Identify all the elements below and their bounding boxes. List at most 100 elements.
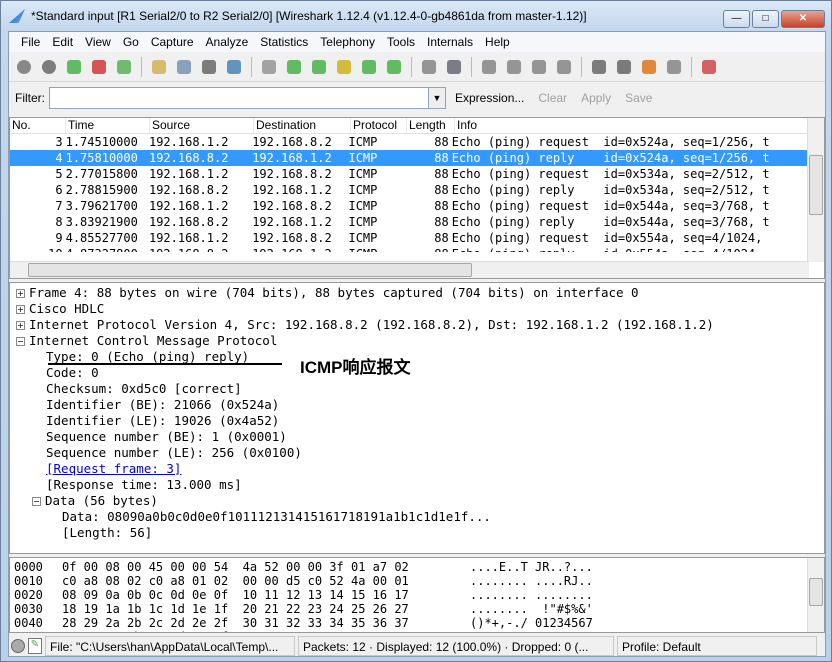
- detail-line: Identifier (BE): 21066 (0x524a): [10, 397, 824, 413]
- expression-button[interactable]: Expression...: [450, 91, 529, 105]
- expand-icon[interactable]: +: [16, 321, 25, 330]
- packet-row[interactable]: 9 4.85527700 192.168.1.2 192.168.8.2 ICMP 88 E…: [10, 230, 809, 246]
- menu-view[interactable]: View: [79, 35, 117, 49]
- filter-toolbar: Filter: ▼ Expression... Clear Apply Save: [9, 82, 825, 114]
- go-to-button[interactable]: [333, 56, 355, 78]
- detail-text: Data: 08090a0b0c0d0e0f101112131415161718…: [62, 509, 491, 524]
- packet-cell: 3.79621700: [65, 199, 138, 213]
- menu-edit[interactable]: Edit: [46, 35, 79, 49]
- packet-cell: 3.83921900: [65, 215, 138, 229]
- last-packet-button[interactable]: [383, 56, 405, 78]
- find-button[interactable]: [258, 56, 280, 78]
- detail-line[interactable]: − Data (56 bytes): [10, 493, 824, 509]
- packet-row[interactable]: 6 2.78815900 192.168.8.2 192.168.1.2 ICMP 88 E…: [10, 182, 809, 198]
- packet-cell: 88: [434, 199, 449, 213]
- menu-internals[interactable]: Internals: [421, 35, 479, 49]
- capture-filters-icon: [592, 59, 606, 74]
- help-button[interactable]: [698, 56, 720, 78]
- preferences-button[interactable]: [663, 56, 685, 78]
- detail-line[interactable]: + Cisco HDLC: [10, 301, 824, 317]
- packet-list: No. Time Source Destination Protocol Length In…: [9, 117, 825, 279]
- close-button[interactable]: ✕: [781, 10, 825, 28]
- expand-icon[interactable]: +: [16, 305, 25, 314]
- packet-list-hscrollbar[interactable]: [10, 261, 809, 278]
- request-frame-link[interactable]: [Request frame: 3]: [46, 461, 181, 476]
- resize-columns-icon: [557, 59, 571, 74]
- display-filters-button[interactable]: [613, 56, 635, 78]
- resize-columns-button[interactable]: [553, 56, 575, 78]
- close-file-button[interactable]: [198, 56, 220, 78]
- status-profile[interactable]: Profile: Default: [617, 636, 817, 656]
- detail-line[interactable]: + Internet Protocol Version 4, Src: 192.1…: [10, 317, 824, 333]
- stop-capture-button[interactable]: [88, 56, 110, 78]
- colorize-button[interactable]: [418, 56, 440, 78]
- maximize-button[interactable]: □: [752, 10, 779, 28]
- back-button[interactable]: [283, 56, 305, 78]
- detail-line[interactable]: − Internet Control Message Protocol: [10, 333, 824, 349]
- packet-row[interactable]: 104.87327800192.168.8.2192.168.1.2ICMP88…: [10, 246, 809, 252]
- packet-cell: 192.168.8.2: [252, 199, 332, 213]
- menu-statistics[interactable]: Statistics: [254, 35, 314, 49]
- coloring-rules-icon: [642, 59, 656, 74]
- packet-cell: 192.168.8.2: [252, 167, 332, 181]
- packet-cell: 88: [434, 151, 449, 165]
- detail-line: Sequence number (LE): 256 (0x0100): [10, 445, 824, 461]
- filter-label: Filter:: [15, 91, 45, 105]
- packet-cell: Echo (ping) request id=0x544a, seq=3/768…: [451, 199, 770, 213]
- packet-list-vscrollbar[interactable]: [807, 118, 824, 262]
- minimize-button[interactable]: —: [723, 10, 750, 28]
- zoom-out-button[interactable]: [503, 56, 525, 78]
- interfaces-button[interactable]: [13, 56, 35, 78]
- bytes-vscrollbar[interactable]: [807, 558, 824, 632]
- menu-analyze[interactable]: Analyze: [200, 35, 255, 49]
- options-button[interactable]: [38, 56, 60, 78]
- packet-cell: 192.168.1.2: [252, 183, 332, 197]
- capture-comment-icon[interactable]: ✎: [28, 638, 42, 654]
- apply-button[interactable]: Apply: [576, 91, 616, 105]
- packet-cell: ICMP: [348, 183, 378, 197]
- start-capture-button[interactable]: [63, 56, 85, 78]
- filter-input[interactable]: [49, 87, 429, 109]
- forward-button[interactable]: [308, 56, 330, 78]
- collapse-icon[interactable]: −: [32, 497, 41, 506]
- last-packet-icon: [387, 59, 401, 74]
- first-packet-button[interactable]: [358, 56, 380, 78]
- menu-go[interactable]: Go: [117, 35, 145, 49]
- packet-row[interactable]: 5 2.77015800 192.168.1.2 192.168.8.2 ICMP 88 E…: [10, 166, 809, 182]
- reload-button[interactable]: [223, 56, 245, 78]
- help-icon: [702, 59, 716, 74]
- hex-ascii: 89:;<=>?: [470, 630, 670, 632]
- capture-filters-button[interactable]: [588, 56, 610, 78]
- clear-button[interactable]: Clear: [533, 91, 572, 105]
- zoom-in-button[interactable]: [478, 56, 500, 78]
- hex-ascii: ........ ....RJ..: [470, 574, 593, 588]
- menu-file[interactable]: File: [15, 35, 46, 49]
- hex-offset: 0030: [14, 602, 43, 616]
- autoscroll-button[interactable]: [443, 56, 465, 78]
- menu-help[interactable]: Help: [479, 35, 516, 49]
- save-filter-button[interactable]: Save: [620, 91, 657, 105]
- detail-line[interactable]: + Frame 4: 88 bytes on wire (704 bits), 8…: [10, 285, 824, 301]
- filter-dropdown-button[interactable]: ▼: [428, 87, 446, 109]
- toolbar-separator: [581, 56, 582, 77]
- open-button[interactable]: [148, 56, 170, 78]
- menu-telephony[interactable]: Telephony: [314, 35, 381, 49]
- packet-row[interactable]: 8 3.83921900 192.168.8.2 192.168.1.2 ICMP 88 E…: [10, 214, 809, 230]
- packet-row[interactable]: 7 3.79621700 192.168.1.2 192.168.8.2 ICMP 88 E…: [10, 198, 809, 214]
- collapse-icon[interactable]: −: [16, 337, 25, 346]
- packet-cell: 192.168.8.2: [252, 135, 332, 149]
- expert-info-icon[interactable]: [11, 639, 25, 653]
- detail-text: Cisco HDLC: [29, 301, 105, 316]
- packet-cell: 192.168.8.2: [148, 215, 229, 229]
- menu-bar: File Edit View Go Capture Analyze Statistics Te…: [9, 32, 825, 52]
- restart-capture-button[interactable]: [113, 56, 135, 78]
- coloring-rules-button[interactable]: [638, 56, 660, 78]
- menu-tools[interactable]: Tools: [381, 35, 421, 49]
- packet-row[interactable]: 3 1.74510000 192.168.1.2 192.168.8.2 ICMP 88 E…: [10, 134, 809, 150]
- menu-capture[interactable]: Capture: [145, 35, 200, 49]
- normal-size-button[interactable]: [528, 56, 550, 78]
- save-button[interactable]: [173, 56, 195, 78]
- detail-line[interactable]: [Request frame: 3]: [10, 461, 824, 477]
- packet-row[interactable]: 4 1.75810000 192.168.8.2 192.168.1.2 ICMP 88 E…: [10, 150, 809, 166]
- expand-icon[interactable]: +: [16, 289, 25, 298]
